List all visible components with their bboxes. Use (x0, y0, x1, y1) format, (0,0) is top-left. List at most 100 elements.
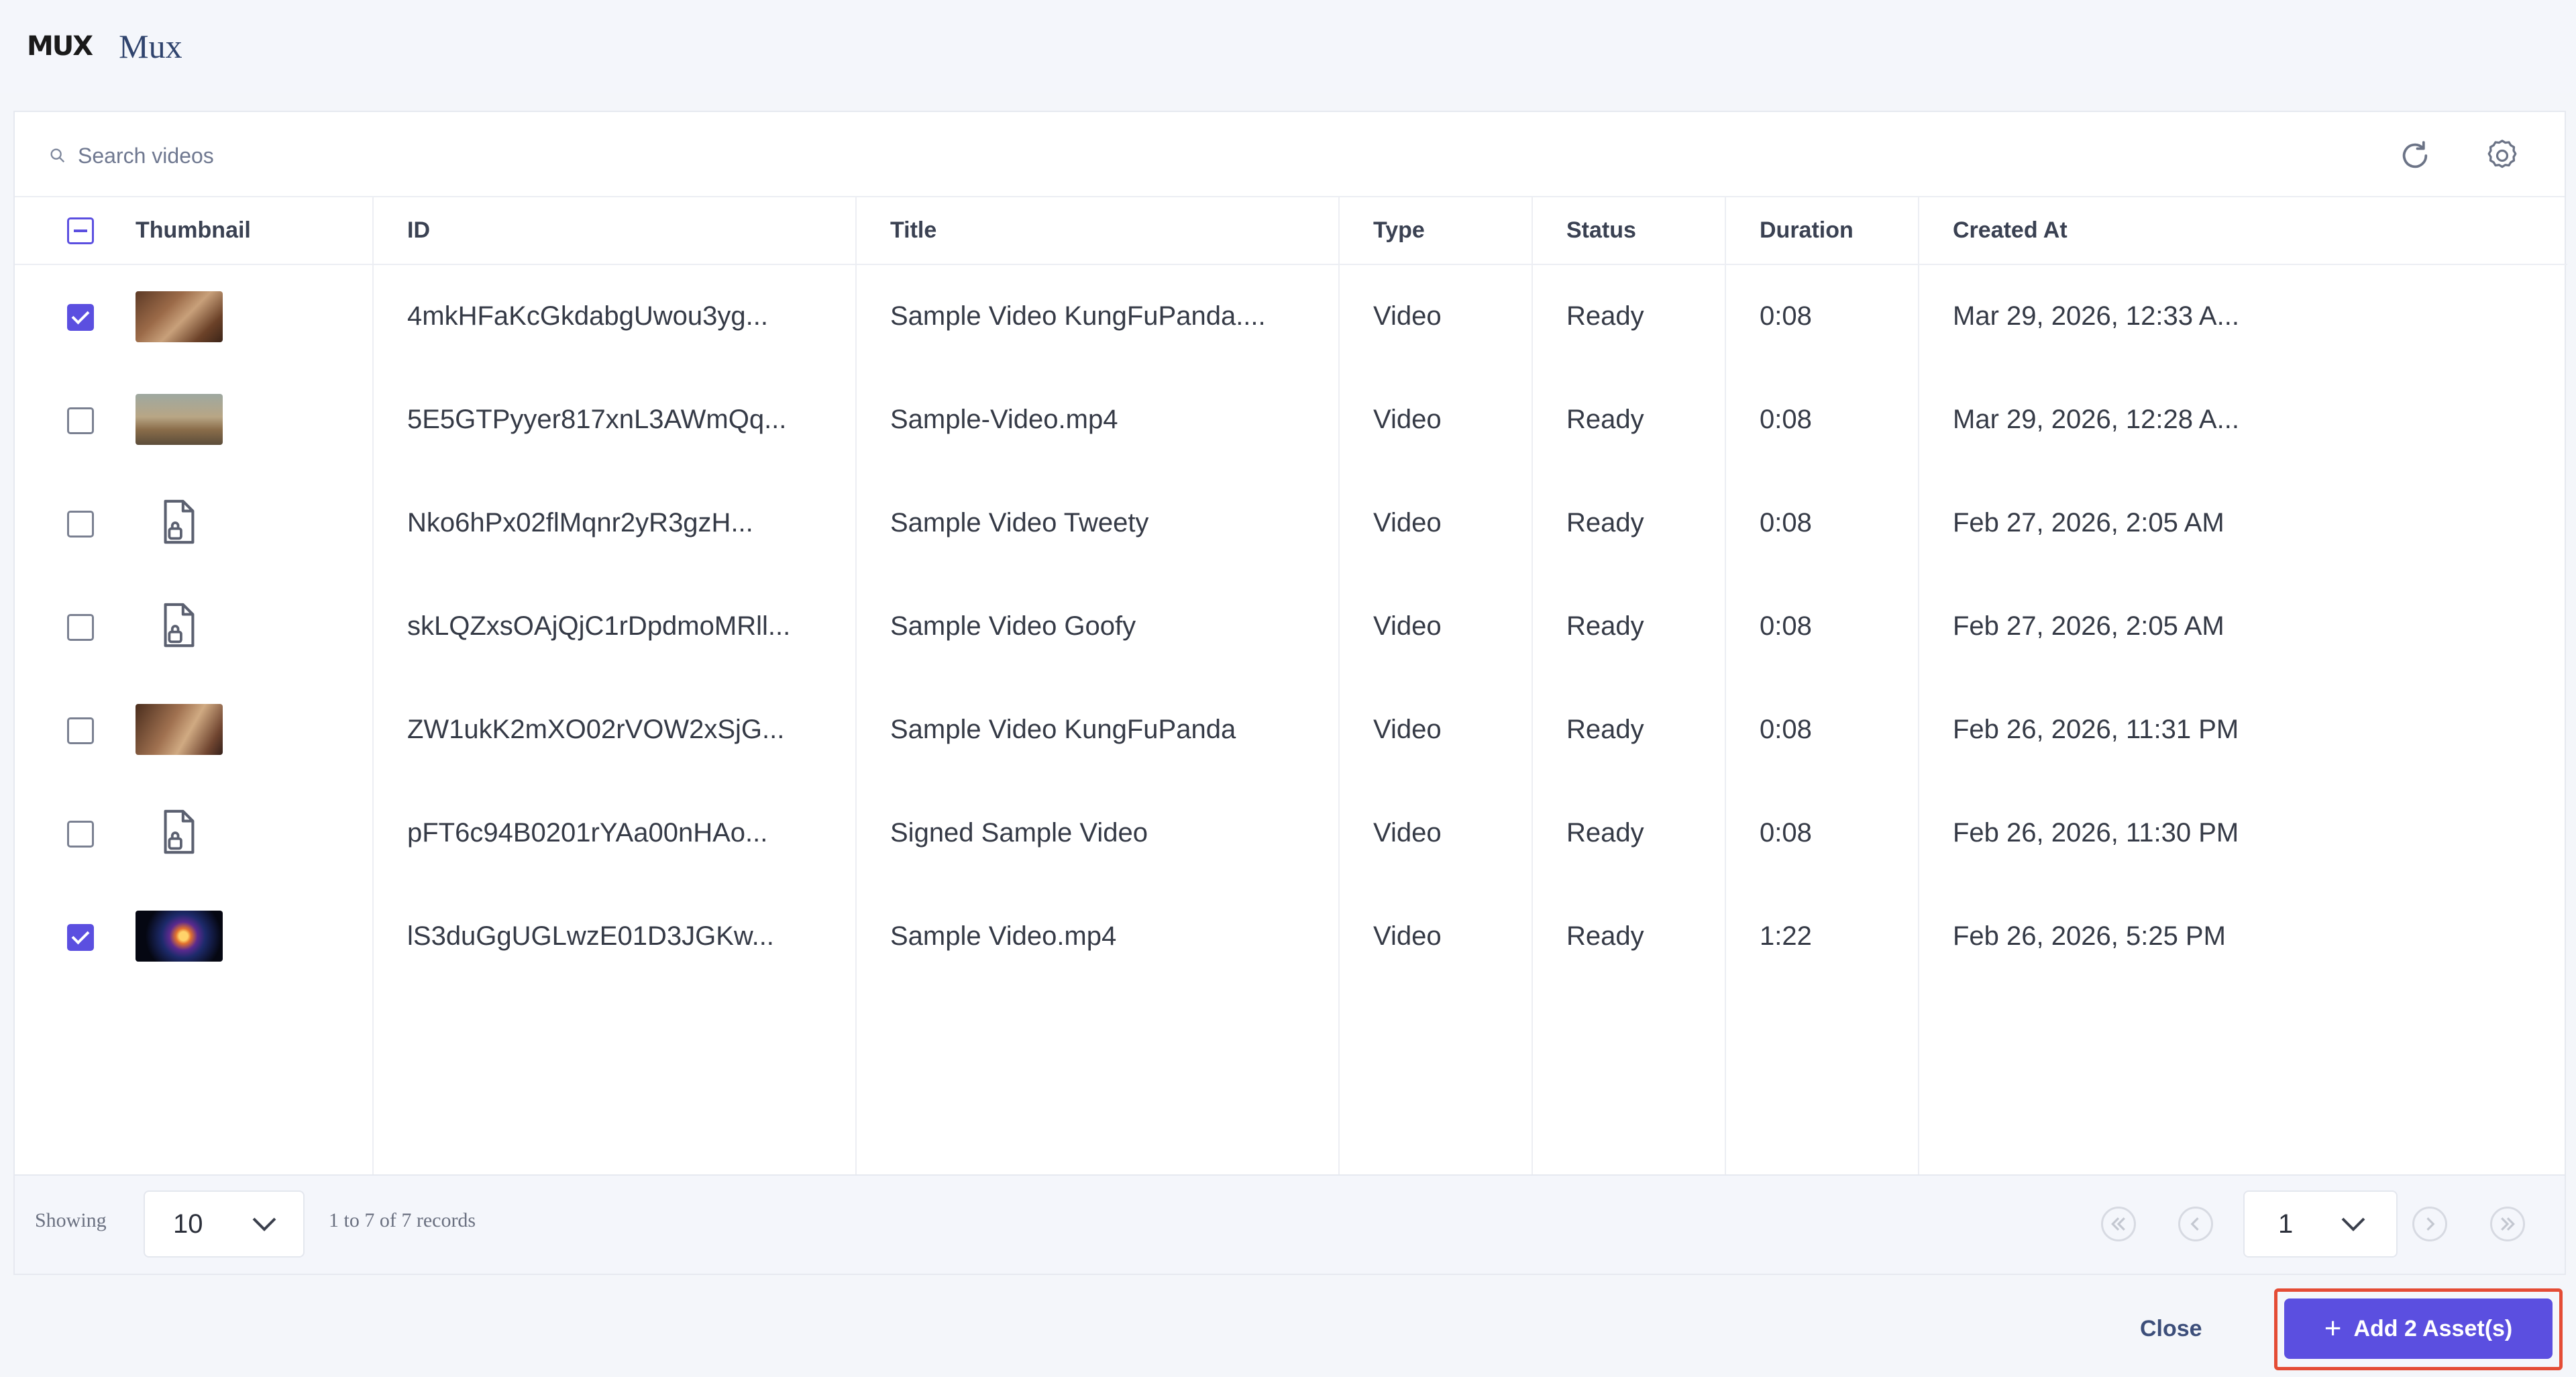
asset-duration: 0:08 (1760, 817, 1812, 848)
file-lock-icon (164, 809, 195, 854)
asset-title: Sample Video KungFuPanda.... (890, 301, 1266, 331)
column-divider (1918, 197, 1919, 1177)
thumbnail-cell (136, 264, 374, 368)
chevron-down-icon (2341, 1217, 2365, 1231)
search-box (48, 139, 682, 172)
row-select-cell (15, 678, 136, 781)
app-title: Mux (119, 28, 182, 65)
asset-created-at: Feb 27, 2026, 2:05 AM (1953, 507, 2224, 538)
asset-created-at: Feb 27, 2026, 2:05 AM (1953, 611, 2224, 641)
asset-type: Video (1373, 507, 1442, 538)
column-divider (1338, 197, 1340, 1177)
first-page-icon (2111, 1217, 2125, 1231)
asset-id: skLQZxsOAjQjC1rDpdmoMRll... (407, 611, 791, 641)
asset-type: Video (1373, 301, 1442, 331)
asset-browser-panel: Thumbnail ID Title Type Status Duration … (13, 111, 2567, 1275)
asset-title: Sample Video KungFuPanda (890, 714, 1236, 744)
add-assets-button[interactable]: + Add 2 Asset(s) (2284, 1298, 2553, 1359)
row-checkbox[interactable] (67, 613, 94, 641)
thumbnail-cell (136, 574, 374, 678)
column-header-duration[interactable]: Duration (1726, 197, 1919, 265)
table-row[interactable]: 4mkHFaKcGkdabgUwou3yg... Sample Video Ku… (15, 264, 2567, 368)
prev-page-icon (2190, 1217, 2199, 1231)
thumbnail-cell (136, 678, 374, 781)
row-checkbox[interactable] (67, 820, 94, 848)
asset-duration: 1:22 (1760, 921, 1812, 951)
settings-icon (2487, 140, 2517, 168)
table-row[interactable]: 5E5GTPyyer817xnL3AWmQq... Sample-Video.m… (15, 368, 2567, 471)
row-select-cell (15, 884, 136, 988)
sample-video-thumbnail (136, 394, 223, 445)
last-page-icon (2501, 1217, 2515, 1231)
asset-duration: 0:08 (1760, 714, 1812, 744)
row-select-cell (15, 368, 136, 471)
asset-status: Ready (1566, 817, 1644, 848)
prev-page-button[interactable] (2178, 1207, 2213, 1241)
select-all-cell (15, 197, 136, 265)
column-header-type[interactable]: Type (1340, 197, 1533, 265)
asset-duration: 0:08 (1760, 611, 1812, 641)
asset-type: Video (1373, 817, 1442, 848)
table-row[interactable]: ZW1ukK2mXO02rVOW2xSjG... Sample Video Ku… (15, 678, 2567, 781)
row-checkbox[interactable] (67, 407, 94, 434)
asset-duration: 0:08 (1760, 404, 1812, 434)
asset-status: Ready (1566, 611, 1644, 641)
next-page-button[interactable] (2412, 1207, 2447, 1241)
thumbnail-cell (136, 884, 374, 988)
asset-type: Video (1373, 714, 1442, 744)
kungfupanda-thumbnail (136, 704, 223, 755)
asset-title: Sample Video.mp4 (890, 921, 1117, 951)
mux-logo: MUX (27, 31, 93, 62)
asset-status: Ready (1566, 404, 1644, 434)
current-page: 1 (2278, 1209, 2294, 1239)
column-header-title[interactable]: Title (857, 197, 1340, 265)
asset-created-at: Feb 26, 2026, 11:30 PM (1953, 817, 2239, 848)
asset-type: Video (1373, 921, 1442, 951)
column-divider (855, 197, 857, 1177)
asset-title: Signed Sample Video (890, 817, 1148, 848)
last-page-button[interactable] (2490, 1207, 2525, 1241)
asset-title: Sample Video Tweety (890, 507, 1149, 538)
page-size-value: 10 (173, 1209, 203, 1239)
table-row[interactable]: Nko6hPx02flMqnr2yR3gzH... Sample Video T… (15, 471, 2567, 574)
row-checkbox[interactable] (67, 510, 94, 538)
table-header-row: Thumbnail ID Title Type Status Duration … (15, 197, 2567, 265)
close-button[interactable]: Close (2140, 1309, 2202, 1349)
column-header-id[interactable]: ID (374, 197, 857, 265)
asset-duration: 0:08 (1760, 507, 1812, 538)
table-toolbar (15, 112, 2565, 197)
row-checkbox[interactable] (67, 923, 94, 951)
asset-id: lS3duGgUGLwzE01D3JGKw... (407, 921, 774, 951)
row-checkbox[interactable] (67, 304, 94, 332)
asset-type: Video (1373, 611, 1442, 641)
search-input[interactable] (78, 143, 682, 168)
table-row[interactable]: lS3duGgUGLwzE01D3JGKw... Sample Video.mp… (15, 884, 2567, 988)
page-size-select[interactable]: 10 (144, 1190, 305, 1258)
column-header-thumbnail[interactable]: Thumbnail (136, 197, 374, 265)
first-page-button[interactable] (2101, 1207, 2136, 1241)
refresh-button[interactable] (2393, 134, 2437, 178)
showing-label: Showing (35, 1209, 107, 1231)
records-count: 1 to 7 of 7 records (329, 1209, 476, 1231)
asset-title: Sample Video Goofy (890, 611, 1136, 641)
row-select-cell (15, 781, 136, 884)
asset-id: 4mkHFaKcGkdabgUwou3yg... (407, 301, 769, 331)
column-header-status[interactable]: Status (1533, 197, 1726, 265)
add-assets-label: Add 2 Asset(s) (2353, 1315, 2513, 1341)
table-row[interactable]: pFT6c94B0201rYAa00nHAo... Signed Sample … (15, 781, 2567, 884)
file-lock-icon (164, 603, 195, 648)
thumbnail-cell (136, 781, 374, 884)
row-checkbox[interactable] (67, 717, 94, 744)
row-select-cell (15, 574, 136, 678)
column-header-created-at[interactable]: Created At (1919, 197, 2567, 265)
table-row[interactable]: skLQZxsOAjQjC1rDpdmoMRll... Sample Video… (15, 574, 2567, 678)
settings-button[interactable] (2480, 134, 2524, 178)
asset-created-at: Feb 26, 2026, 5:25 PM (1953, 921, 2226, 951)
select-all-checkbox[interactable] (67, 217, 94, 244)
page-number-select[interactable]: 1 (2243, 1190, 2398, 1258)
search-icon (50, 148, 65, 163)
asset-status: Ready (1566, 921, 1644, 951)
assets-table-area: Thumbnail ID Title Type Status Duration … (15, 197, 2567, 1177)
pagination-bar: Showing 10 1 to 7 of 7 records 1 (15, 1174, 2565, 1274)
kungfupanda-thumbnail (136, 291, 223, 342)
